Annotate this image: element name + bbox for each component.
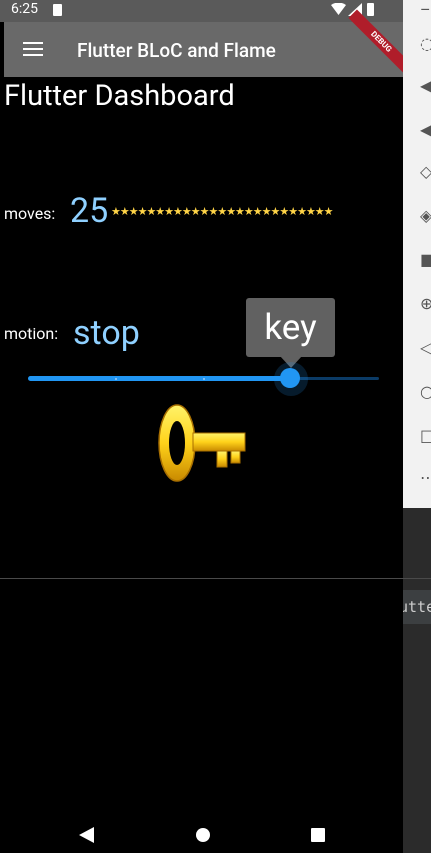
moves-label: moves: bbox=[4, 204, 56, 223]
slider-tick bbox=[115, 378, 117, 380]
slider-tooltip: key bbox=[246, 298, 335, 357]
wifi-icon bbox=[331, 3, 346, 15]
camera-icon[interactable]: ■ bbox=[420, 252, 431, 268]
slider-tick bbox=[203, 378, 205, 380]
key-icon bbox=[158, 404, 246, 482]
home-icon[interactable] bbox=[196, 828, 210, 842]
emulator-side-panel: – ◌ ◀ ◀ ◇ ◈ ■ ⊕ ◁ ○ □ ⋯ bbox=[403, 0, 431, 508]
ide-tab-label: utte bbox=[403, 598, 431, 616]
sd-card-icon bbox=[53, 4, 62, 16]
phone-screen: 6:25 Flutter BLoC and Flame DEBUG Flutte… bbox=[0, 0, 403, 853]
minimize-icon[interactable]: – bbox=[420, 2, 431, 18]
recent-apps-icon[interactable] bbox=[311, 828, 325, 842]
app-bar: Flutter BLoC and Flame DEBUG bbox=[4, 9, 403, 77]
slider-track-active[interactable] bbox=[28, 376, 290, 381]
menu-icon[interactable] bbox=[23, 42, 43, 60]
ide-background bbox=[403, 508, 431, 838]
slider-thumb[interactable] bbox=[280, 368, 300, 388]
volume-down-icon[interactable]: ◀ bbox=[420, 122, 431, 138]
volume-up-icon[interactable]: ◀ bbox=[420, 78, 431, 94]
motion-label: motion: bbox=[4, 324, 59, 343]
moves-stars: ★★★★★★★★★★★★★★★★★★★★★★★★★ bbox=[111, 205, 334, 218]
motion-value: stop bbox=[73, 313, 140, 353]
ide-divider bbox=[0, 578, 431, 579]
status-time: 6:25 bbox=[11, 1, 38, 17]
power-icon[interactable]: ◌ bbox=[420, 36, 431, 52]
app-bar-title: Flutter BLoC and Flame bbox=[77, 39, 276, 62]
ide-tab[interactable]: utte bbox=[403, 590, 431, 624]
moves-count: 25 bbox=[70, 191, 109, 231]
back-icon[interactable]: ◁ bbox=[420, 340, 431, 356]
home-icon[interactable]: ○ bbox=[420, 384, 431, 400]
back-icon[interactable] bbox=[79, 827, 95, 843]
system-nav-bar bbox=[0, 808, 403, 853]
rotate-right-icon[interactable]: ◈ bbox=[420, 208, 431, 224]
motion-slider[interactable] bbox=[28, 360, 379, 400]
status-bar: 6:25 bbox=[0, 0, 403, 22]
page-title: Flutter Dashboard bbox=[4, 79, 235, 113]
zoom-icon[interactable]: ⊕ bbox=[420, 296, 431, 312]
more-icon[interactable]: ⋯ bbox=[420, 470, 431, 486]
rotate-left-icon[interactable]: ◇ bbox=[420, 164, 431, 180]
battery-icon bbox=[367, 3, 374, 16]
overview-icon[interactable]: □ bbox=[420, 428, 431, 444]
